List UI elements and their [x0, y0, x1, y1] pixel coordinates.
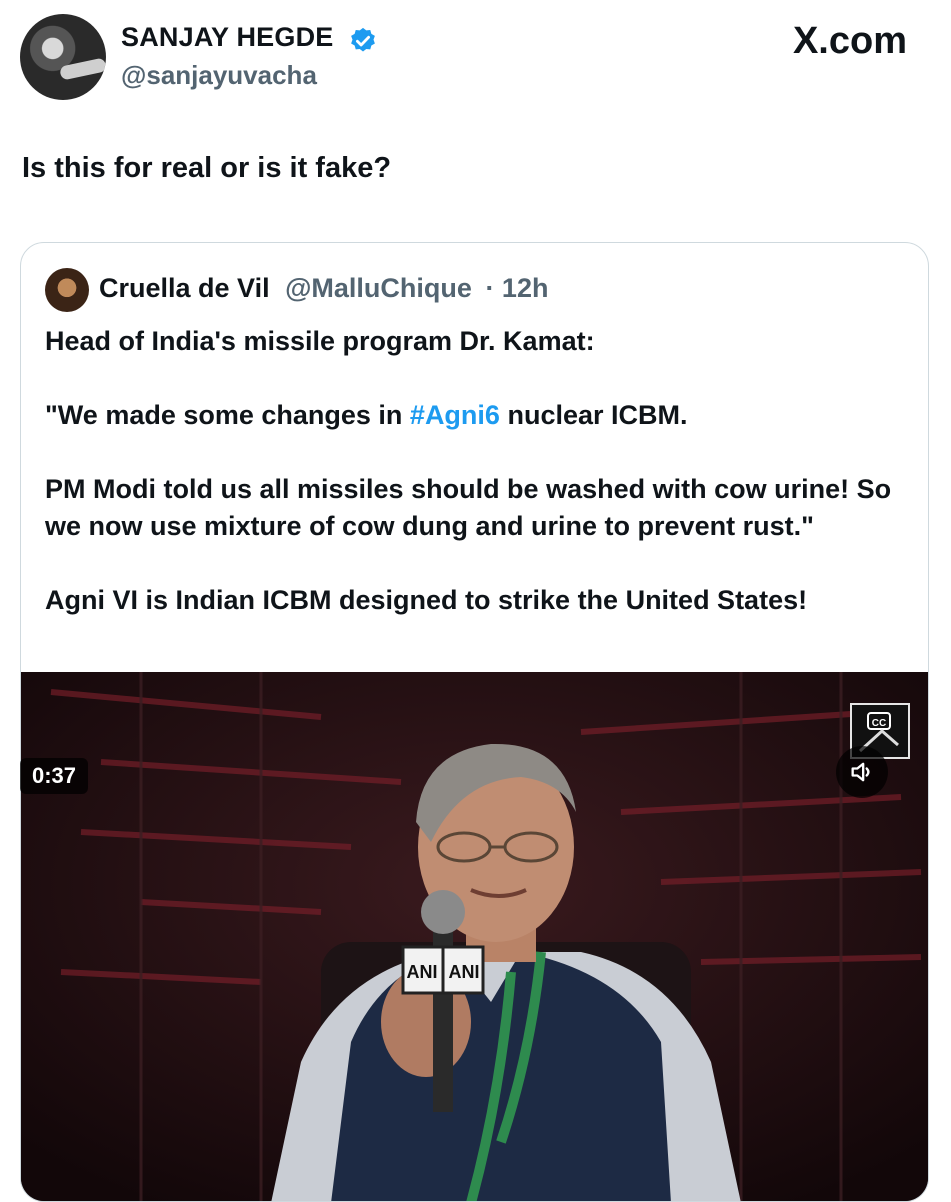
- mic-label-left: ANI: [407, 962, 438, 982]
- author-handle[interactable]: @sanjayuvacha: [121, 60, 317, 91]
- quoted-line-1: Head of India's missile program Dr. Kama…: [45, 326, 595, 356]
- volume-icon[interactable]: [836, 746, 888, 798]
- video-duration: 0:37: [20, 758, 89, 794]
- author-name[interactable]: SANJAY HEGDE: [121, 22, 333, 53]
- verified-badge-icon: [351, 27, 375, 52]
- mic-label-right: ANI: [449, 962, 480, 982]
- quoted-author-avatar[interactable]: [45, 268, 89, 312]
- svg-text:CC: CC: [872, 718, 886, 729]
- post-text: Is this for real or is it fake?: [22, 152, 392, 184]
- quoted-line-3: PM Modi told us all missiles should be w…: [45, 474, 892, 541]
- quoted-author-handle[interactable]: @MalluChique: [285, 273, 472, 303]
- quoted-line-2-start: "We made some changes in: [45, 400, 410, 430]
- quoted-line-2-end: nuclear ICBM.: [499, 400, 688, 430]
- video-player[interactable]: ANI ANI CC: [21, 672, 928, 1201]
- quoted-post-time[interactable]: · 12h: [485, 273, 548, 303]
- quoted-line-4: Agni VI is Indian ICBM designed to strik…: [45, 585, 808, 615]
- quoted-author-name[interactable]: Cruella de Vil: [99, 273, 270, 303]
- site-brand: X.com: [792, 20, 907, 62]
- quoted-post-text: Head of India's missile program Dr. Kama…: [45, 323, 905, 656]
- video-frame: ANI ANI: [21, 672, 928, 1201]
- hashtag-link[interactable]: #Agni6: [410, 400, 500, 430]
- author-avatar[interactable]: [20, 14, 106, 100]
- quoted-post-header: Cruella de Vil @MalluChique · 12h: [99, 273, 548, 304]
- quoted-line-2: "We made some changes in #Agni6 nuclear …: [45, 397, 905, 434]
- quoted-post-card[interactable]: Cruella de Vil @MalluChique · 12h Head o…: [20, 242, 929, 1202]
